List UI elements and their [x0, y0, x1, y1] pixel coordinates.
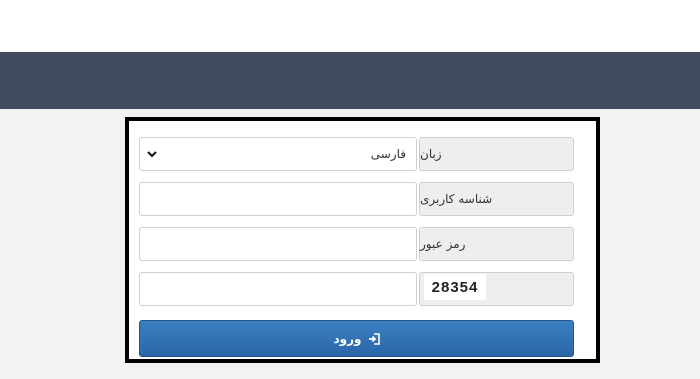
password-input[interactable]: [139, 227, 417, 261]
username-label: شناسه کاربری: [419, 182, 574, 216]
top-header: [0, 0, 700, 52]
password-row: رمز عبور: [139, 227, 574, 261]
captcha-row: 28354: [139, 272, 574, 306]
sign-in-icon: [368, 332, 380, 345]
language-selected-value: فارسی: [370, 147, 406, 161]
chevron-down-icon: [147, 151, 157, 158]
language-label: زبان: [419, 137, 574, 171]
login-button-label: ورود: [333, 331, 362, 346]
navigation-bar: [0, 52, 700, 109]
captcha-input[interactable]: [139, 272, 417, 306]
password-label: رمز عبور: [419, 227, 574, 261]
login-button[interactable]: ورود: [139, 320, 574, 357]
language-row: فارسی زبان: [139, 137, 574, 171]
login-panel: فارسی زبان شناسه کاربری رمز عبور 28354 و…: [125, 117, 600, 363]
captcha-image: 28354: [424, 274, 486, 300]
username-row: شناسه کاربری: [139, 182, 574, 216]
username-input[interactable]: [139, 182, 417, 216]
language-select[interactable]: فارسی: [139, 137, 417, 171]
